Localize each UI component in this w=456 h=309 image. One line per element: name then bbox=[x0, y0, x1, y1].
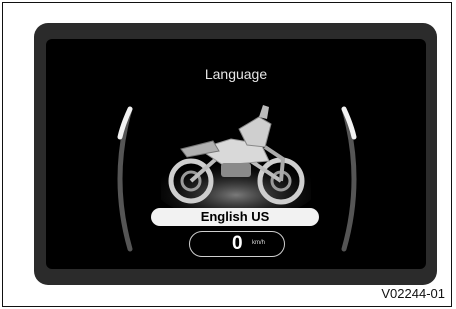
motorcycle-illustration bbox=[161, 105, 311, 209]
right-arc-gauge-icon bbox=[341, 106, 357, 252]
dashboard-screen: Language English US 0 km/h bbox=[46, 39, 426, 269]
left-arc-gauge-icon bbox=[117, 106, 133, 252]
speedometer-display: 0 km/h bbox=[189, 231, 285, 257]
selected-language-option[interactable]: English US bbox=[151, 208, 319, 226]
figure-frame: Language English US 0 km/h V02244-01 bbox=[2, 2, 452, 307]
speed-unit: km/h bbox=[252, 240, 266, 246]
speed-value: 0 bbox=[232, 233, 243, 254]
screen-title: Language bbox=[204, 66, 268, 82]
figure-caption: V02244-01 bbox=[381, 286, 445, 301]
